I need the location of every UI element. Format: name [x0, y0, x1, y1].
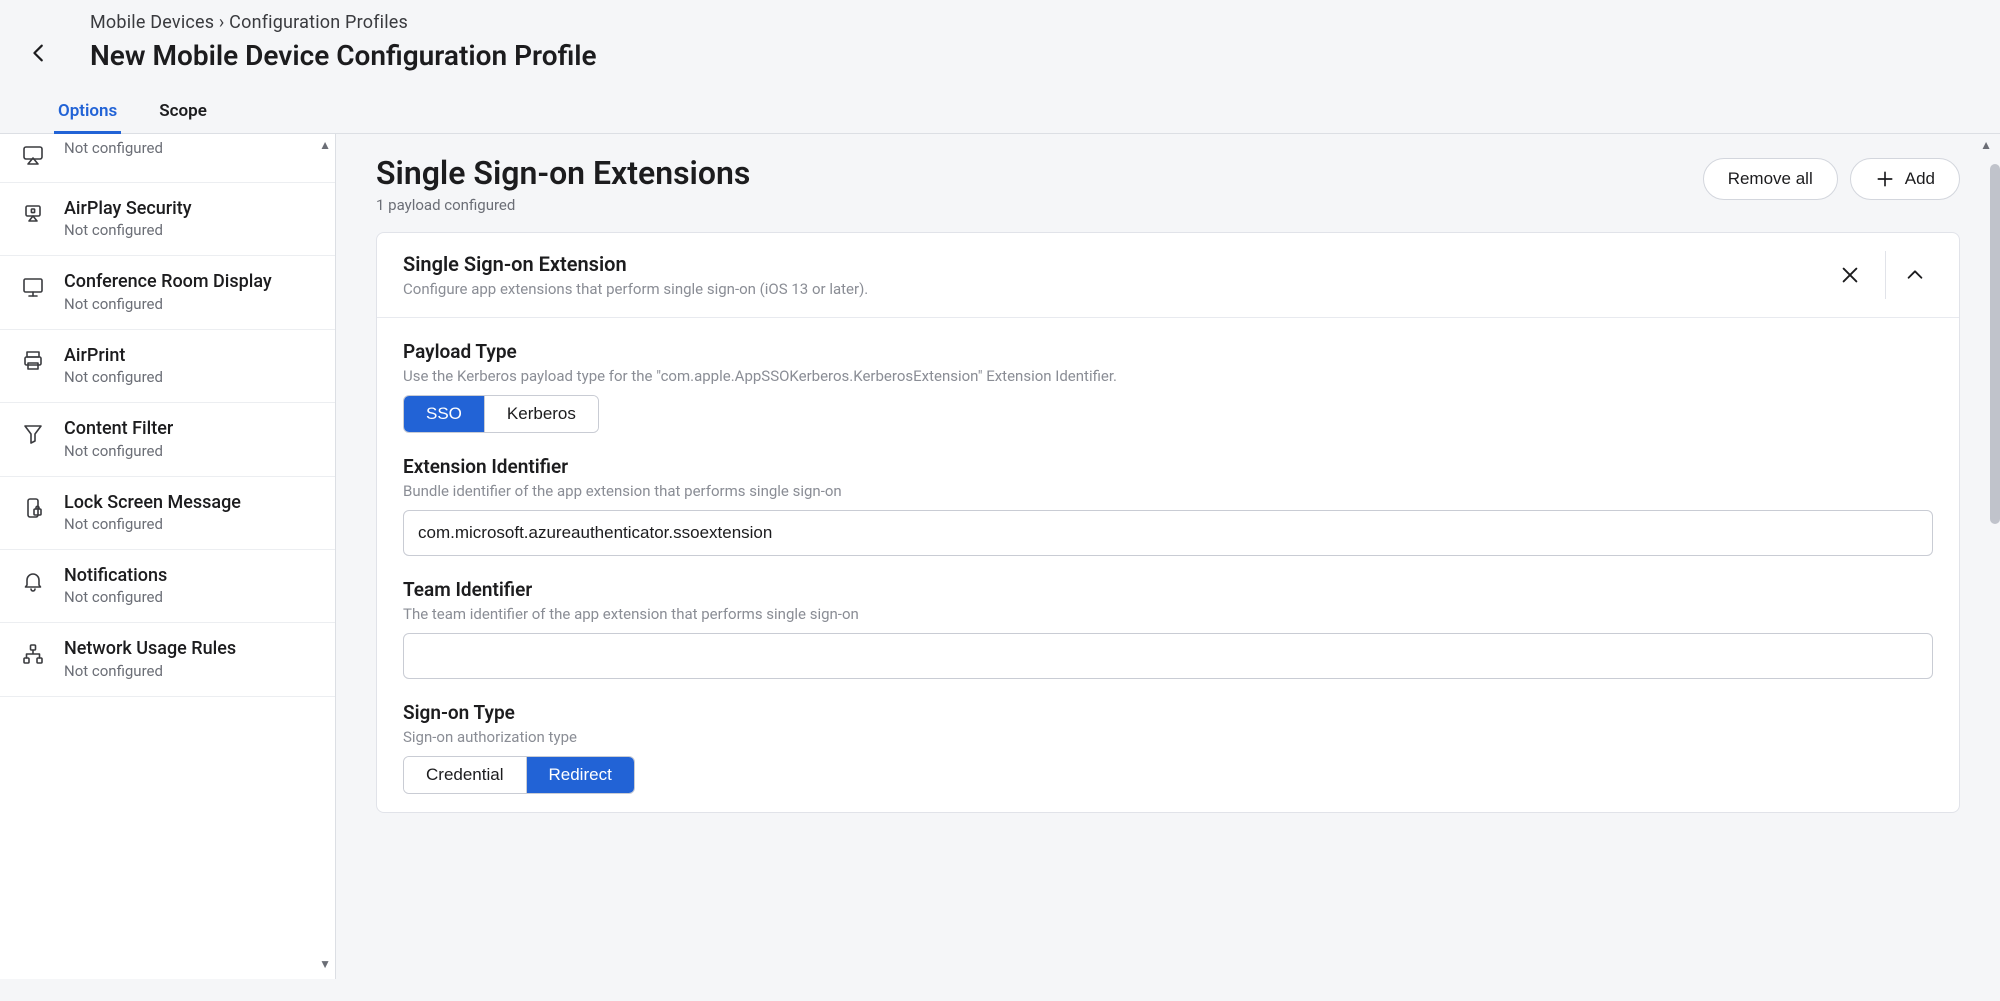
section-title: Single Sign-on Extensions [376, 154, 750, 192]
airplay-icon [20, 142, 46, 168]
shield-lock-icon [20, 201, 46, 227]
payload-type-segmented: SSO Kerberos [403, 395, 599, 433]
chevron-up-icon [1904, 264, 1926, 286]
sidebar-item-sub: Not configured [64, 138, 315, 159]
sidebar-item-label: Lock Screen Message [64, 491, 315, 514]
tab-options[interactable]: Options [54, 91, 121, 134]
field-team-identifier: Team Identifier The team identifier of t… [403, 578, 1933, 679]
close-icon [1839, 264, 1861, 286]
signon-type-segmented: Credential Redirect [403, 756, 635, 794]
sidebar-item-sub: Not configured [64, 294, 315, 315]
payload-type-sso[interactable]: SSO [404, 396, 484, 432]
add-button[interactable]: Add [1850, 158, 1960, 200]
filter-icon [20, 421, 46, 447]
lock-phone-icon [20, 495, 46, 521]
field-help: The team identifier of the app extension… [403, 605, 1933, 623]
tabbar: Options Scope [54, 90, 1976, 133]
field-label: Team Identifier [403, 578, 1933, 601]
sidebar-item-airplay-security[interactable]: AirPlay Security Not configured [0, 183, 335, 256]
scroll-down-icon: ▼ [319, 957, 331, 971]
sidebar: ▲ Not configured AirPlay Security Not co… [0, 134, 336, 979]
back-arrow-icon [28, 42, 50, 64]
signon-type-credential[interactable]: Credential [404, 757, 526, 793]
page-title: New Mobile Device Configuration Profile [90, 39, 1976, 90]
delete-payload-button[interactable] [1825, 251, 1873, 299]
back-button[interactable] [28, 42, 50, 64]
plus-icon [1875, 169, 1895, 189]
tab-scope[interactable]: Scope [155, 91, 211, 134]
sidebar-item-conference-room[interactable]: Conference Room Display Not configured [0, 256, 335, 329]
sidebar-item-notifications[interactable]: Notifications Not configured [0, 550, 335, 623]
field-extension-identifier: Extension Identifier Bundle identifier o… [403, 455, 1933, 556]
scroll-up-icon: ▲ [1980, 138, 1992, 152]
printer-icon [20, 348, 46, 374]
field-help: Sign-on authorization type [403, 728, 1933, 746]
payload-type-kerberos[interactable]: Kerberos [484, 396, 598, 432]
field-payload-type: Payload Type Use the Kerberos payload ty… [403, 340, 1933, 433]
sidebar-item-sub: Not configured [64, 587, 315, 608]
field-help: Use the Kerberos payload type for the "c… [403, 367, 1933, 385]
sidebar-item-network-usage[interactable]: Network Usage Rules Not configured [0, 623, 335, 696]
scroll-up-icon: ▲ [319, 138, 331, 152]
bell-icon [20, 568, 46, 594]
sidebar-item-label: Notifications [64, 564, 315, 587]
sidebar-item-generic[interactable]: Not configured [0, 134, 335, 183]
sidebar-item-sub: Not configured [64, 441, 315, 462]
remove-all-label: Remove all [1728, 169, 1813, 189]
field-label: Sign-on Type [403, 701, 1933, 724]
sidebar-item-label: Content Filter [64, 417, 315, 440]
field-label: Payload Type [403, 340, 1933, 363]
display-icon [20, 274, 46, 300]
sidebar-item-sub: Not configured [64, 661, 315, 682]
signon-type-redirect[interactable]: Redirect [526, 757, 634, 793]
sidebar-item-sub: Not configured [64, 367, 315, 388]
card-description: Configure app extensions that perform si… [403, 280, 1813, 298]
card-title: Single Sign-on Extension [403, 252, 1813, 276]
extension-identifier-input[interactable] [403, 510, 1933, 556]
breadcrumb: Mobile Devices › Configuration Profiles [90, 0, 1976, 33]
sidebar-item-label: Network Usage Rules [64, 637, 315, 660]
sidebar-item-label: AirPrint [64, 344, 315, 367]
collapse-payload-button[interactable] [1885, 251, 1933, 299]
scrollbar[interactable] [1990, 164, 2000, 524]
team-identifier-input[interactable] [403, 633, 1933, 679]
sidebar-item-lock-screen[interactable]: Lock Screen Message Not configured [0, 477, 335, 550]
field-label: Extension Identifier [403, 455, 1933, 478]
add-label: Add [1905, 169, 1935, 189]
sidebar-item-label: AirPlay Security [64, 197, 315, 220]
sidebar-item-label: Conference Room Display [64, 270, 315, 293]
sidebar-item-content-filter[interactable]: Content Filter Not configured [0, 403, 335, 476]
network-icon [20, 641, 46, 667]
field-signon-type: Sign-on Type Sign-on authorization type … [403, 701, 1933, 794]
field-help: Bundle identifier of the app extension t… [403, 482, 1933, 500]
main-content: ▲ Single Sign-on Extensions 1 payload co… [336, 134, 2000, 979]
section-subtitle: 1 payload configured [376, 196, 750, 214]
payload-card: Single Sign-on Extension Configure app e… [376, 232, 1960, 813]
remove-all-button[interactable]: Remove all [1703, 158, 1838, 200]
sidebar-item-sub: Not configured [64, 220, 315, 241]
sidebar-item-sub: Not configured [64, 514, 315, 535]
sidebar-item-airprint[interactable]: AirPrint Not configured [0, 330, 335, 403]
